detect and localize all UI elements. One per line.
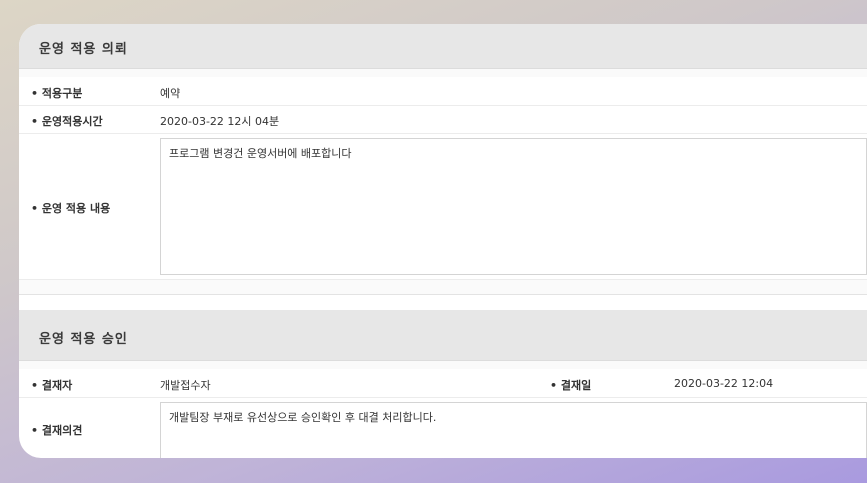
- content-textarea[interactable]: 프로그램 변경건 운영서버에 배포합니다: [160, 138, 867, 275]
- approver-label: • 결재자: [31, 379, 73, 392]
- opinion-row: • 결재의견 개발팀장 부재로 유선상으로 승인확인 후 대결 처리합니다.: [19, 398, 867, 458]
- section-gap-2: [19, 280, 867, 295]
- content-label: • 운영 적용 내용: [31, 202, 111, 215]
- approver-row: • 결재자 개발접수자 • 결재일 2020-03-22 12:04: [19, 370, 867, 398]
- approver-value: 개발접수자: [160, 379, 211, 392]
- request-section-header: 운영 적용 의뢰: [19, 24, 867, 69]
- opinion-label: • 결재의견: [31, 424, 83, 437]
- approval-date-label: • 결재일: [550, 379, 592, 392]
- apply-type-value: 예약: [160, 87, 181, 100]
- content-row: • 운영 적용 내용 프로그램 변경건 운영서버에 배포합니다: [19, 134, 867, 280]
- section-gap-3: [19, 295, 867, 309]
- section-gap: [19, 69, 867, 77]
- apply-time-value: 2020-03-22 12시 04분: [160, 115, 280, 128]
- apply-type-label: • 적용구분: [31, 87, 83, 100]
- approval-date-value: 2020-03-22 12:04: [674, 377, 774, 390]
- approval-section-header: 운영 적용 승인: [19, 310, 867, 361]
- apply-time-row: • 운영적용시간 2020-03-22 12시 04분: [19, 106, 867, 134]
- opinion-textarea[interactable]: 개발팀장 부재로 유선상으로 승인확인 후 대결 처리합니다.: [160, 402, 867, 458]
- request-section-title: 운영 적용 의뢰: [39, 42, 128, 57]
- apply-type-row: • 적용구분 예약: [19, 78, 867, 106]
- apply-time-label: • 운영적용시간: [31, 115, 103, 128]
- form-panel: 운영 적용 의뢰 • 적용구분 예약 • 운영적용시간 2020-03-22 1…: [19, 24, 867, 458]
- section-gap-4: [19, 361, 867, 369]
- approval-section-title: 운영 적용 승인: [39, 332, 128, 347]
